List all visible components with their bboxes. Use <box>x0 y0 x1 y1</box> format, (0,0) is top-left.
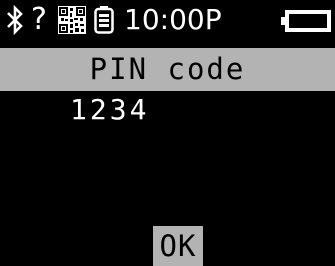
title-bar: PIN code <box>0 48 335 91</box>
ok-button-label: OK <box>159 229 197 263</box>
device-screen: ? 10:00P PIN code 1234 OK <box>0 0 335 266</box>
status-bar: ? 10:00P <box>0 0 335 40</box>
battery-small-icon <box>94 6 114 34</box>
qr-code-icon <box>58 6 86 34</box>
page-title: PIN code <box>89 52 246 86</box>
bluetooth-icon <box>7 5 23 35</box>
battery-icon <box>281 10 331 32</box>
pin-code-value: 1234 <box>70 93 150 126</box>
ok-button[interactable]: OK <box>153 226 203 266</box>
clock-time: 10:00P <box>124 3 222 36</box>
question-mark-icon: ? <box>31 2 47 37</box>
